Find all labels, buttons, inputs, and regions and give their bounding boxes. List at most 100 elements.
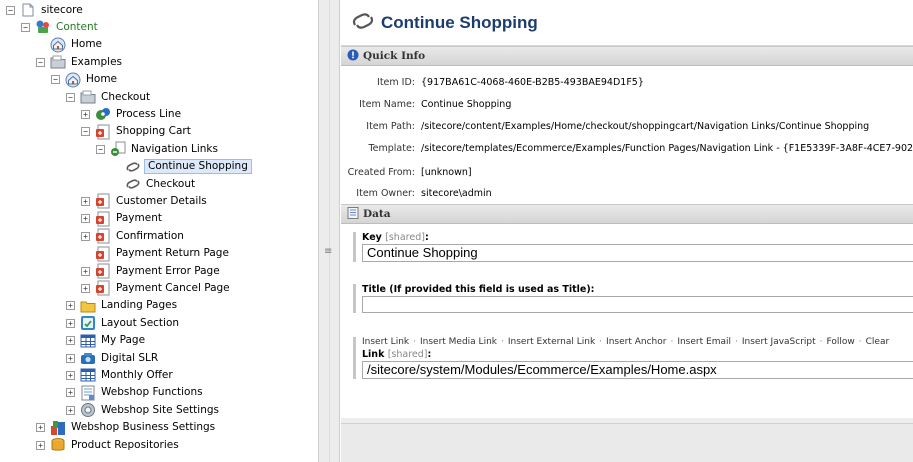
- tree-node[interactable]: + Payment: [81, 211, 164, 227]
- tree-node[interactable]: Checkout: [111, 176, 197, 192]
- expand-icon[interactable]: +: [36, 440, 45, 450]
- tree-node-label[interactable]: Payment Error Page: [114, 264, 222, 279]
- pane-splitter[interactable]: ≡: [318, 0, 340, 462]
- link-toolbar-command[interactable]: Follow: [827, 337, 855, 347]
- tree-node-label[interactable]: Content: [54, 20, 100, 35]
- tree-node[interactable]: + Webshop Business Settings: [36, 420, 217, 436]
- expand-icon[interactable]: +: [66, 405, 75, 415]
- expand-icon[interactable]: +: [81, 109, 90, 119]
- collapse-icon[interactable]: −: [96, 144, 105, 154]
- splitter-grip-icon[interactable]: ≡: [324, 246, 332, 257]
- expand-icon[interactable]: +: [66, 353, 75, 363]
- tree-node-label[interactable]: Checkout: [99, 90, 152, 105]
- tree-node[interactable]: + Digital SLR: [66, 350, 160, 366]
- tree-node[interactable]: + Payment Error Page: [81, 263, 222, 279]
- expand-icon[interactable]: +: [66, 388, 75, 398]
- tree-node[interactable]: + Confirmation: [81, 228, 186, 244]
- tree-node-label[interactable]: Customer Details: [114, 194, 209, 209]
- tree-node[interactable]: − Shopping Cart: [81, 124, 193, 140]
- tree-node-label[interactable]: Checkout: [144, 177, 197, 192]
- tree-node-label[interactable]: Product Repositories: [69, 438, 181, 453]
- expand-icon[interactable]: +: [66, 370, 75, 380]
- tree-node[interactable]: + Webshop Functions: [66, 385, 205, 401]
- tree-node-label[interactable]: Monthly Offer: [99, 368, 175, 383]
- title-input[interactable]: [362, 296, 913, 313]
- expand-icon[interactable]: +: [81, 266, 90, 276]
- collapse-icon[interactable]: −: [36, 57, 45, 67]
- tree-node-label[interactable]: Process Line: [114, 107, 183, 122]
- tree-node[interactable]: + Product Repositories: [36, 437, 181, 453]
- tree-node[interactable]: + Webshop Site Settings: [66, 402, 221, 418]
- tree-node[interactable]: + Payment Cancel Page: [81, 280, 232, 296]
- quick-info-value[interactable]: [unknown]: [421, 167, 472, 178]
- tree-node-label[interactable]: My Page: [99, 333, 147, 348]
- expand-icon[interactable]: +: [66, 301, 75, 311]
- tree-node[interactable]: + Monthly Offer: [66, 367, 175, 383]
- quick-info-section-header[interactable]: Quick Info: [341, 46, 913, 66]
- tree-node[interactable]: − Home: [51, 72, 119, 88]
- tree-node-label[interactable]: Navigation Links: [129, 142, 220, 157]
- tree-node-label[interactable]: Digital SLR: [99, 351, 160, 366]
- tree-node-label[interactable]: Confirmation: [114, 229, 186, 244]
- link-toolbar-command[interactable]: Insert Anchor: [606, 337, 666, 347]
- link-toolbar-command[interactable]: Insert Media Link: [420, 337, 497, 347]
- tree-node[interactable]: − Content: [21, 19, 100, 35]
- link-toolbar-command[interactable]: Insert JavaScript: [742, 337, 816, 347]
- tree-node[interactable]: + My Page: [66, 333, 147, 349]
- tree-node-label[interactable]: Webshop Business Settings: [69, 420, 217, 435]
- tree-node-label[interactable]: Landing Pages: [99, 298, 179, 313]
- collapse-icon[interactable]: −: [51, 75, 60, 85]
- tree-node[interactable]: + Process Line: [81, 106, 183, 122]
- collapse-icon[interactable]: −: [66, 92, 75, 102]
- expand-icon[interactable]: +: [36, 423, 45, 433]
- folder-gray-icon: [50, 54, 66, 70]
- collapse-icon[interactable]: −: [21, 22, 30, 32]
- tree-node[interactable]: + Layout Section: [66, 315, 181, 331]
- tree-node-label[interactable]: Continue Shopping: [144, 159, 252, 175]
- quick-info-value[interactable]: {917BA61C-4068-460E-B2B5-493BAE94D1F5}: [421, 77, 644, 88]
- key-input[interactable]: Continue Shopping: [362, 244, 913, 262]
- tree-node[interactable]: Home: [36, 37, 104, 53]
- tree-node[interactable]: + Customer Details: [81, 193, 209, 209]
- quick-info-value[interactable]: Continue Shopping: [421, 99, 511, 110]
- tree-node-label[interactable]: Examples: [69, 55, 124, 70]
- expand-icon[interactable]: +: [66, 336, 75, 346]
- tree-node[interactable]: − Examples: [36, 54, 124, 70]
- tree-node-label[interactable]: Payment: [114, 211, 164, 226]
- collapse-icon[interactable]: −: [6, 5, 15, 15]
- link-toolbar-command[interactable]: Insert Link: [362, 337, 409, 347]
- tree-node-label[interactable]: Webshop Site Settings: [99, 403, 221, 418]
- tree-node-label[interactable]: Webshop Functions: [99, 385, 205, 400]
- data-section-header[interactable]: Data: [341, 204, 913, 224]
- quick-info-value[interactable]: /sitecore/templates/Ecommerce/Examples/F…: [421, 143, 913, 154]
- quick-info-key: Created From:: [347, 166, 415, 178]
- expand-icon[interactable]: +: [81, 231, 90, 241]
- quick-info-value[interactable]: sitecore\admin: [421, 188, 492, 199]
- quick-info-value[interactable]: /sitecore/content/Examples/Home/checkout…: [421, 121, 869, 132]
- tree-node[interactable]: − Checkout: [66, 89, 152, 105]
- tree-node-label[interactable]: Home: [69, 37, 104, 52]
- tree-node[interactable]: Payment Return Page: [81, 246, 231, 262]
- link-toolbar-command[interactable]: Clear: [866, 337, 890, 347]
- link-field-label: Link [shared]:: [362, 349, 432, 360]
- link-input[interactable]: /sitecore/system/Modules/Ecommerce/Examp…: [362, 361, 913, 379]
- tree-node[interactable]: − sitecore: [6, 2, 85, 18]
- tree-node-label[interactable]: Home: [84, 72, 119, 87]
- collapse-icon[interactable]: −: [81, 127, 90, 137]
- expand-icon[interactable]: +: [81, 283, 90, 293]
- tree-node-label[interactable]: Layout Section: [99, 316, 181, 331]
- toolbar-separator: ·: [670, 337, 674, 347]
- tree-node-label[interactable]: sitecore: [39, 3, 85, 18]
- expand-icon[interactable]: +: [81, 214, 90, 224]
- tree-node[interactable]: Continue Shopping: [111, 159, 252, 175]
- tree-node[interactable]: − Navigation Links: [96, 141, 220, 157]
- expand-icon[interactable]: +: [81, 196, 90, 206]
- business-icon: [50, 420, 66, 436]
- link-toolbar-command[interactable]: Insert Email: [677, 337, 731, 347]
- tree-node-label[interactable]: Payment Return Page: [114, 246, 231, 261]
- tree-node-label[interactable]: Shopping Cart: [114, 124, 193, 139]
- link-toolbar-command[interactable]: Insert External Link: [508, 337, 595, 347]
- tree-node[interactable]: + Landing Pages: [66, 298, 179, 314]
- expand-icon[interactable]: +: [66, 318, 75, 328]
- tree-node-label[interactable]: Payment Cancel Page: [114, 281, 232, 296]
